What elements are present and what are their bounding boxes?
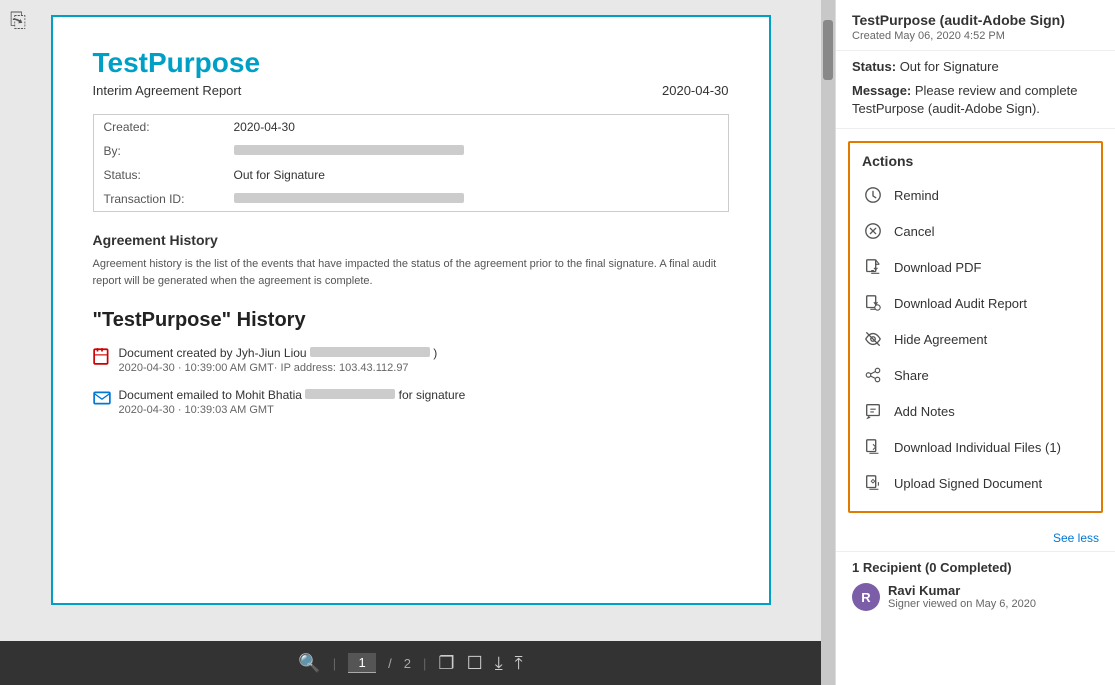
history-1-date: 2020-04-30 · 10:39:00 AM GMT· IP address…: [119, 362, 438, 374]
doc-scroll-area: ⎘ TestPurpose Interim Agreement Report 2…: [0, 0, 821, 641]
download-pdf-action[interactable]: Download PDF: [850, 249, 1101, 285]
cancel-icon: [862, 220, 884, 242]
agreement-history-text: Agreement history is the list of the eve…: [93, 256, 729, 289]
history-section-title: "TestPurpose" History: [93, 309, 729, 332]
doc-created-date: Created May 06, 2020 4:52 PM: [852, 30, 1099, 42]
share-action[interactable]: Share: [850, 357, 1101, 393]
print-icon[interactable]: ⤒: [515, 653, 523, 674]
status-row: Status: Out for Signature: [836, 51, 1115, 78]
history-1-text: Document created by Jyh-Jiun Liou: [119, 346, 310, 360]
history-item-2-content: Document emailed to Mohit Bhatia for sig…: [119, 388, 466, 416]
upload-signed-action[interactable]: Upload Signed Document: [850, 465, 1101, 501]
doc-created-icon: [93, 347, 111, 365]
download-pdf-icon: [862, 256, 884, 278]
remind-icon: [862, 184, 884, 206]
page-input[interactable]: [348, 653, 376, 673]
history-2-date: 2020-04-30 · 10:39:03 AM GMT: [119, 404, 466, 416]
download-individual-action[interactable]: Download Individual Files (1): [850, 429, 1101, 465]
document-viewer: ⎘ TestPurpose Interim Agreement Report 2…: [0, 0, 821, 685]
scroll-thumb[interactable]: [823, 20, 833, 80]
remind-action[interactable]: Remind: [850, 177, 1101, 213]
doc-meta-table: Created: 2020-04-30 By: Status: Out for …: [93, 114, 729, 212]
email-icon: [93, 389, 111, 407]
message-label: Message:: [852, 83, 911, 98]
doc-toolbar: 🔍 | / 2 | ❐ ☐ ⤓ ⤒: [0, 641, 821, 685]
recipient-item: R Ravi Kumar Signer viewed on May 6, 202…: [852, 583, 1099, 611]
notes-icon: [862, 400, 884, 422]
see-less-link[interactable]: See less: [836, 525, 1115, 551]
copy-icon: ⎘: [10, 10, 26, 33]
right-panel: TestPurpose (audit-Adobe Sign) Created M…: [835, 0, 1115, 685]
doc-date: 2020-04-30: [662, 83, 729, 98]
created-value: 2020-04-30: [224, 115, 728, 139]
agreement-history-title: Agreement History: [93, 232, 729, 248]
download-audit-action[interactable]: Download Audit Report: [850, 285, 1101, 321]
add-notes-action[interactable]: Add Notes: [850, 393, 1101, 429]
by-redacted: [234, 145, 464, 155]
avatar: R: [852, 583, 880, 611]
meta-created-row: Created: 2020-04-30: [94, 115, 728, 139]
hide-icon: [862, 328, 884, 350]
doc-title: TestPurpose: [93, 47, 729, 79]
doc-page: TestPurpose Interim Agreement Report 202…: [51, 15, 771, 605]
history-1-redacted: [310, 347, 430, 357]
download-audit-icon: [862, 292, 884, 314]
recipient-section: 1 Recipient (0 Completed) R Ravi Kumar S…: [836, 551, 1115, 619]
history-2-text-end: for signature: [399, 388, 466, 402]
transaction-value: [224, 187, 728, 211]
doc-subtitle-row: Interim Agreement Report 2020-04-30: [93, 83, 729, 98]
page-total: /: [388, 656, 392, 671]
recipient-status: Signer viewed on May 6, 2020: [888, 598, 1036, 610]
meta-status-row: Status: Out for Signature: [94, 163, 728, 187]
upload-signed-icon: [862, 472, 884, 494]
hide-label: Hide Agreement: [894, 332, 987, 347]
history-item: Document created by Jyh-Jiun Liou ) 2020…: [93, 346, 729, 374]
download-icon[interactable]: ⤓: [495, 653, 503, 674]
cancel-action[interactable]: Cancel: [850, 213, 1101, 249]
recipient-info: Ravi Kumar Signer viewed on May 6, 2020: [888, 583, 1036, 610]
upload-signed-label: Upload Signed Document: [894, 476, 1042, 491]
hide-action[interactable]: Hide Agreement: [850, 321, 1101, 357]
history-2-redacted: [305, 389, 395, 399]
cancel-label: Cancel: [894, 224, 934, 239]
meta-by-row: By:: [94, 139, 728, 163]
meta-transaction-row: Transaction ID:: [94, 187, 728, 211]
recipient-name: Ravi Kumar: [888, 583, 1036, 598]
transaction-label: Transaction ID:: [94, 187, 224, 211]
search-icon[interactable]: 🔍: [298, 653, 320, 674]
download-individual-label: Download Individual Files (1): [894, 440, 1061, 455]
actions-panel: Actions Remind Cancel Download PDF: [848, 141, 1103, 513]
message-row: Message: Please review and complete Test…: [836, 78, 1115, 129]
add-notes-label: Add Notes: [894, 404, 955, 419]
remind-label: Remind: [894, 188, 939, 203]
doc-name-title: TestPurpose (audit-Adobe Sign): [852, 12, 1099, 28]
recipient-count: 1 Recipient (0 Completed): [852, 560, 1099, 575]
fit-width-icon[interactable]: ☐: [467, 653, 483, 674]
fit-page-icon[interactable]: ❐: [438, 653, 454, 674]
scrollbar[interactable]: [821, 0, 835, 685]
history-item-1: Document created by Jyh-Jiun Liou ) 2020…: [119, 346, 438, 374]
toolbar-divider-1: |: [333, 656, 336, 671]
transaction-redacted: [234, 193, 464, 203]
status-value: Out for Signature: [224, 163, 728, 187]
history-item-2: Document emailed to Mohit Bhatia for sig…: [93, 388, 729, 416]
created-label: Created:: [94, 115, 224, 139]
share-label: Share: [894, 368, 929, 383]
right-panel-header: TestPurpose (audit-Adobe Sign) Created M…: [836, 0, 1115, 51]
status-value: Out for Signature: [900, 59, 999, 74]
toolbar-divider-2: |: [423, 656, 426, 671]
by-value: [224, 139, 728, 163]
history-1-end: ): [433, 346, 437, 360]
download-individual-icon: [862, 436, 884, 458]
share-icon: [862, 364, 884, 386]
total-pages: 2: [404, 656, 411, 671]
status-label: Status:: [94, 163, 224, 187]
actions-title: Actions: [850, 153, 1101, 177]
download-pdf-label: Download PDF: [894, 260, 981, 275]
download-audit-label: Download Audit Report: [894, 296, 1027, 311]
by-label: By:: [94, 139, 224, 163]
history-2-text-start: Document emailed to Mohit Bhatia: [119, 388, 306, 402]
doc-subtitle: Interim Agreement Report: [93, 83, 242, 98]
status-label: Status:: [852, 59, 896, 74]
